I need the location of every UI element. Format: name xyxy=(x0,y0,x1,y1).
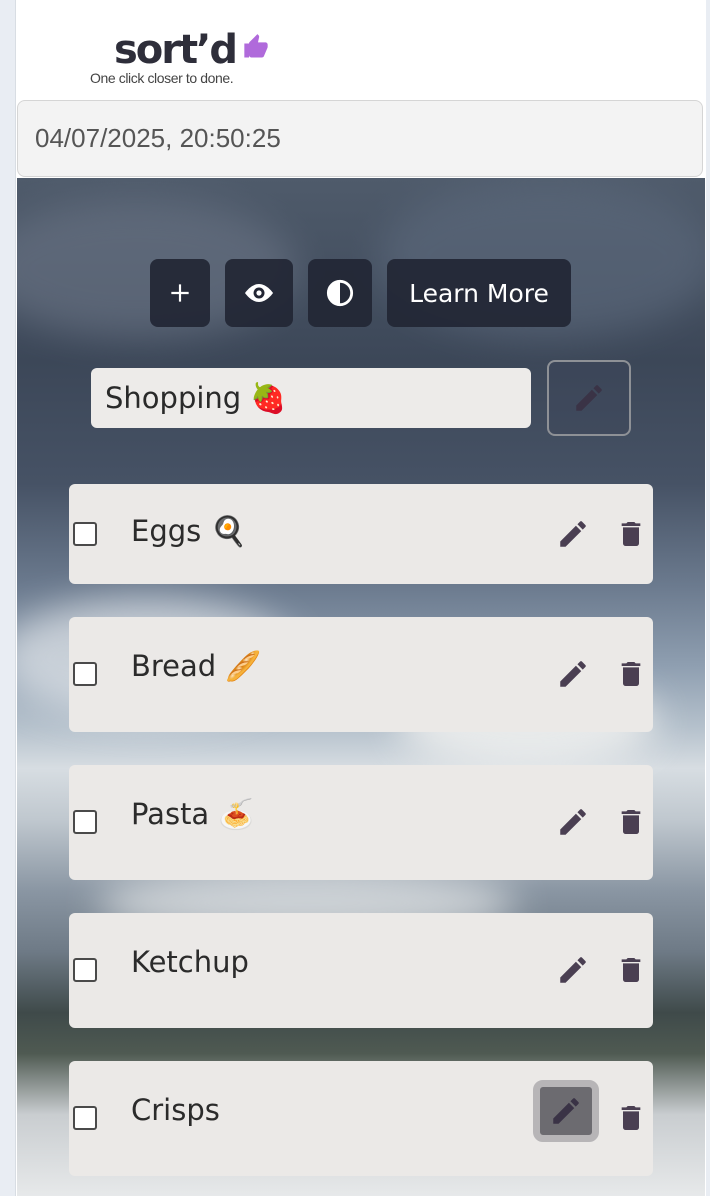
item-checkbox[interactable] xyxy=(73,958,97,982)
trash-icon xyxy=(621,522,641,546)
list-name-field[interactable]: Shopping 🍓 xyxy=(91,368,531,428)
pencil-icon xyxy=(560,521,586,547)
item-label: Bread 🥖 xyxy=(131,649,262,683)
delete-item-button[interactable] xyxy=(611,802,651,842)
list-item: Bread 🥖 xyxy=(69,617,653,732)
list-name-text: Shopping 🍓 xyxy=(105,381,287,415)
list-item: Crisps xyxy=(69,1061,653,1176)
item-checkbox[interactable] xyxy=(73,662,97,686)
toolbar: Learn More xyxy=(17,259,705,327)
logo-tagline: One click closer to done. xyxy=(90,70,234,86)
add-button[interactable] xyxy=(150,259,210,327)
item-label: Ketchup xyxy=(131,945,249,979)
logo-wordmark: sort’d xyxy=(114,27,238,73)
edit-item-button[interactable] xyxy=(553,950,593,990)
learn-more-button[interactable]: Learn More xyxy=(387,259,571,327)
plus-icon xyxy=(171,284,189,302)
delete-item-button[interactable] xyxy=(611,654,651,694)
pencil-icon xyxy=(560,957,586,983)
item-label: Eggs 🍳 xyxy=(131,514,247,548)
edit-item-button[interactable] xyxy=(553,514,593,554)
view-button[interactable] xyxy=(225,259,293,327)
item-checkbox[interactable] xyxy=(73,522,97,546)
edit-item-button[interactable] xyxy=(553,802,593,842)
datetime-text: 04/07/2025, 20:50:25 xyxy=(35,123,281,153)
item-checkbox[interactable] xyxy=(73,810,97,834)
item-label: Crisps xyxy=(131,1093,220,1127)
trash-icon xyxy=(621,662,641,686)
contrast-icon xyxy=(326,279,354,307)
list-item: Eggs 🍳 xyxy=(69,484,653,584)
thumbs-up-icon xyxy=(244,34,268,58)
trash-icon xyxy=(621,1106,641,1130)
background-scene: Learn More Shopping 🍓 Eggs 🍳 Bread 🥖 Pas… xyxy=(17,178,705,1196)
trash-icon xyxy=(621,810,641,834)
delete-item-button[interactable] xyxy=(611,514,651,554)
trash-icon xyxy=(621,958,641,982)
app-window: sort’d One click closer to done. 04/07/2… xyxy=(15,0,706,1196)
delete-item-button[interactable] xyxy=(611,1098,651,1138)
list-item: Pasta 🍝 xyxy=(69,765,653,880)
pencil-icon xyxy=(560,809,586,835)
edit-list-name-button[interactable] xyxy=(547,360,631,436)
logo: sort’d One click closer to done. xyxy=(88,28,348,90)
delete-item-button[interactable] xyxy=(611,950,651,990)
edit-item-button[interactable] xyxy=(553,654,593,694)
item-label: Pasta 🍝 xyxy=(131,797,255,831)
pencil-icon xyxy=(560,661,586,687)
item-checkbox[interactable] xyxy=(73,1106,97,1130)
eye-icon xyxy=(245,284,273,302)
list-item: Ketchup xyxy=(69,913,653,1028)
theme-toggle-button[interactable] xyxy=(308,259,372,327)
datetime-bar: 04/07/2025, 20:50:25 xyxy=(17,100,703,177)
pencil-icon xyxy=(576,385,602,411)
edit-item-button[interactable] xyxy=(533,1080,599,1142)
pencil-icon xyxy=(553,1098,579,1124)
